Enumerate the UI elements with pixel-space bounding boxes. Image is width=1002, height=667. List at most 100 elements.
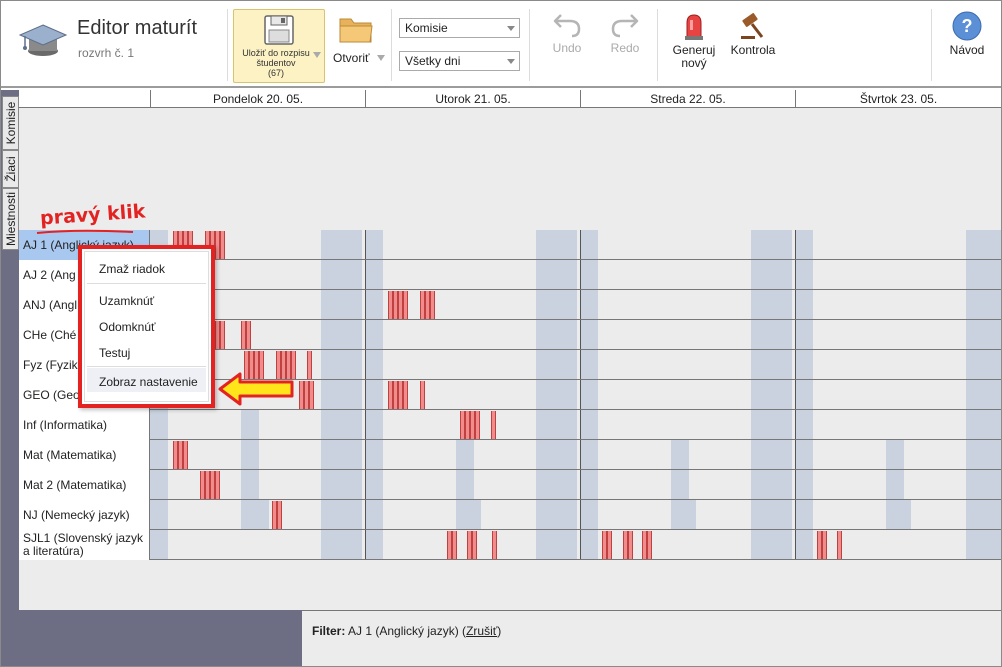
tab-ziaci[interactable]: Žiaci [2,150,19,188]
exam-slot[interactable] [475,411,480,439]
menu-item-lock[interactable]: Uzamknúť [99,294,154,308]
exam-slot[interactable] [246,321,251,349]
view-select-value: Komisie [405,21,448,35]
table-row[interactable]: NJ (Nemecký jazyk) [19,500,1001,530]
exam-slot[interactable] [837,531,842,559]
undo-label: Undo [552,41,582,55]
graduation-cap-icon [19,24,67,56]
menu-item-test[interactable]: Testuj [99,346,130,360]
context-menu-body: Zmaž riadok Uzamknúť Odomknúť Testuj Zob… [84,251,209,402]
context-menu: Zmaž riadok Uzamknúť Odomknúť Testuj Zob… [78,245,215,408]
exam-slot[interactable] [452,531,457,559]
row-label-text: CHe (Ché [23,327,77,342]
save-to-students-button[interactable]: Uložiť do rozpisu študentov (67) [233,9,325,83]
day-header: Utorok 21. 05. [365,90,580,108]
undo-icon [553,14,581,38]
row-label-text: SJL1 (Slovenský jazyk a literatúra) [23,531,144,558]
row-label-text: Mat 2 (Matematika) [23,477,127,492]
exam-slot[interactable] [822,531,827,559]
exam-slot[interactable] [183,441,188,469]
save-label-line2: študentov [256,58,296,68]
row-label[interactable]: NJ (Nemecký jazyk) [19,500,150,530]
exam-slot[interactable] [309,381,314,409]
gavel-icon [741,13,764,39]
open-button[interactable]: Otvoriť [331,11,387,81]
open-label: Otvoriť [333,51,370,65]
chevron-down-icon[interactable] [377,55,385,61]
redo-icon [611,14,639,38]
exam-slot[interactable] [628,531,633,559]
tab-miestnosti[interactable]: Miestnosti [2,188,19,250]
table-row[interactable]: SJL1 (Slovenský jazyk a literatúra) [19,530,1001,560]
day-header: Pondelok 20. 05. [150,90,365,108]
toolbar-divider [391,9,392,81]
help-button[interactable]: ? Návod [945,11,989,57]
row-label-text: GEO (Geo [23,387,80,402]
filter-value: AJ 1 (Anglický jazyk) [348,624,459,638]
row-label[interactable]: SJL1 (Slovenský jazyk a literatúra) [19,530,150,560]
row-label-text: Inf (Informatika) [23,417,108,432]
pointer-arrow-icon [218,372,294,406]
exam-slot[interactable] [492,531,497,559]
exam-slot[interactable] [220,231,225,259]
table-row[interactable]: Mat 2 (Matematika) [19,470,1001,500]
redo-button[interactable]: Redo [605,11,645,55]
filter-text: Filter: AJ 1 (Anglický jazyk) (Zrušiť) [312,624,502,638]
table-row[interactable]: Mat (Matematika) [19,440,1001,470]
exam-slot[interactable] [491,411,496,439]
question-mark-icon: ? [952,11,982,41]
sidebar-tabs: Komisie Žiaci Miestnosti [1,90,19,610]
svg-text:?: ? [962,16,973,36]
chevron-down-icon[interactable] [313,52,321,58]
tab-komisie[interactable]: Komisie [2,96,19,150]
annotation-underline [36,229,134,234]
toolbar-divider [227,9,228,81]
row-label-text: ANJ (Angl [23,297,78,312]
days-select-value: Všetky dni [405,54,461,68]
exam-slot[interactable] [607,531,612,559]
exam-slot[interactable] [220,321,225,349]
tab-komisie-label: Komisie [3,101,18,145]
toolbar-divider [931,9,932,81]
tab-ziaci-label: Žiaci [3,156,18,182]
tab-miestnosti-label: Miestnosti [3,191,18,247]
view-select[interactable]: Komisie [399,18,520,38]
exam-slot[interactable] [403,291,408,319]
check-button[interactable]: Kontrola [727,11,779,57]
toolbar-divider [529,9,530,81]
menu-item-unlock[interactable]: Odomknúť [99,320,156,334]
day-header: Streda 22. 05. [580,90,795,108]
exam-slot[interactable] [403,381,408,409]
generate-button[interactable]: Generuj nový [668,11,720,70]
app-title: Editor maturít [77,17,198,39]
exam-slot[interactable] [647,531,652,559]
row-label-text: AJ 2 (Ang [23,267,76,282]
row-label-text: Mat (Matematika) [23,447,117,462]
exam-slot[interactable] [307,351,312,379]
siren-icon [685,14,703,40]
filter-cancel-link[interactable]: Zrušiť [466,624,497,638]
menu-separator [87,366,206,367]
toolbar-divider [657,9,658,81]
exam-slot[interactable] [277,501,282,529]
exam-slot[interactable] [420,381,425,409]
menu-item-show-settings[interactable]: Zobraz nastavenie [99,375,198,389]
exam-slot[interactable] [430,291,435,319]
undo-button[interactable]: Undo [547,11,587,55]
toolbar: Editor maturít rozvrh č. 1 Uložiť do roz… [1,1,1001,88]
exam-slot[interactable] [215,471,220,499]
days-select[interactable]: Všetky dni [399,51,520,71]
app-subtitle: rozvrh č. 1 [78,46,135,60]
redo-label: Redo [610,41,640,55]
day-header-row: Pondelok 20. 05. Utorok 21. 05. Streda 2… [19,90,1001,108]
filter-bar: Filter: AJ 1 (Anglický jazyk) (Zrušiť) [302,610,1001,666]
exam-slot[interactable] [472,531,477,559]
menu-item-delete-row[interactable]: Zmaž riadok [99,262,165,276]
row-label[interactable]: Inf (Informatika) [19,410,150,440]
row-label[interactable]: Mat (Matematika) [19,440,150,470]
chevron-down-icon [507,59,515,64]
row-label[interactable]: Mat 2 (Matematika) [19,470,150,500]
row-label-text: NJ (Nemecký jazyk) [23,507,130,522]
table-row[interactable]: Inf (Informatika) [19,410,1001,440]
day-header: Štvrtok 23. 05. [795,90,1001,108]
